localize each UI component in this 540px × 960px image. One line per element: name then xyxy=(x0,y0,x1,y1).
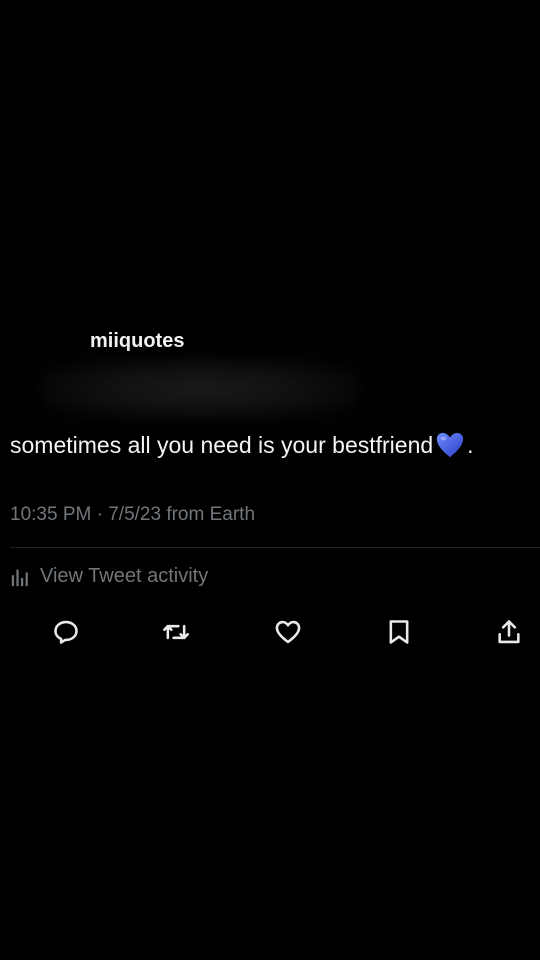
redacted-blur xyxy=(40,358,360,420)
tweet-text: sometimes all you need is your bestfrien… xyxy=(10,430,474,460)
tweet-text-body: sometimes all you need is your bestfrien… xyxy=(10,431,434,458)
bookmark-button[interactable] xyxy=(382,615,416,649)
tweet-username[interactable]: miiquotes xyxy=(90,330,184,353)
like-button[interactable] xyxy=(271,615,305,649)
tweet-time[interactable]: 10:35 PM xyxy=(10,504,91,525)
view-tweet-activity-label: View Tweet activity xyxy=(40,565,209,587)
meta-separator: · xyxy=(96,504,103,525)
retweet-icon xyxy=(163,624,189,640)
share-icon xyxy=(498,620,520,644)
chart-bars-icon xyxy=(11,569,28,586)
divider xyxy=(10,547,540,548)
tweet-text-end: . xyxy=(467,431,474,458)
tweet-actions xyxy=(0,615,540,649)
heart-icon xyxy=(275,620,301,644)
retweet-button[interactable] xyxy=(159,615,193,649)
blue-heart-icon xyxy=(437,432,464,458)
tweet-meta: 10:35 PM · 7/5/23 from Earth xyxy=(10,504,255,526)
bookmark-icon xyxy=(389,620,409,644)
share-button[interactable] xyxy=(492,615,526,649)
tweet-source: from Earth xyxy=(166,504,256,525)
reply-button[interactable] xyxy=(49,615,83,649)
comment-icon xyxy=(54,620,78,644)
view-tweet-activity-link[interactable]: View Tweet activity xyxy=(10,565,208,588)
tweet-date[interactable]: 7/5/23 xyxy=(108,504,161,525)
